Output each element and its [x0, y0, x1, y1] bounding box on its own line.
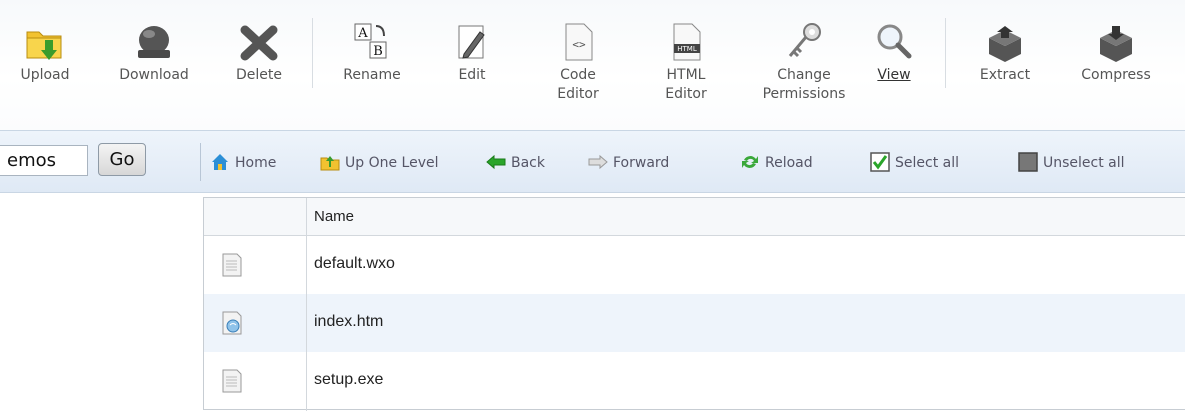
- reload-label: Reload: [765, 155, 813, 171]
- change-permissions-button[interactable]: Change Permissions: [744, 0, 864, 125]
- file-name: default.wxo: [314, 255, 395, 272]
- file-manager-toolbar: Upload Download Delete A B Rename Edit <…: [0, 0, 1185, 130]
- forward-arrow-icon: [588, 154, 608, 170]
- text-file-icon: [222, 253, 242, 277]
- nav-divider: [200, 143, 201, 181]
- up-one-level-link[interactable]: Up One Level: [320, 152, 439, 174]
- up-one-level-label: Up One Level: [345, 155, 439, 171]
- code-editor-label: Code Editor: [557, 67, 599, 102]
- select-all-label: Select all: [895, 155, 959, 171]
- forward-label: Forward: [613, 155, 670, 171]
- column-divider: [306, 198, 307, 411]
- file-name: index.htm: [314, 313, 384, 330]
- back-label: Back: [511, 155, 545, 171]
- go-button[interactable]: Go: [98, 143, 146, 176]
- unselect-all-link[interactable]: Unselect all: [1018, 152, 1125, 174]
- change-permissions-label: Change Permissions: [762, 67, 846, 102]
- table-row[interactable]: index.htm: [204, 294, 1185, 352]
- rename-icon: A B: [354, 23, 387, 59]
- html-editor-label: HTML Editor: [665, 67, 707, 102]
- home-icon: [212, 154, 228, 170]
- key-icon: [788, 23, 821, 58]
- extract-label: Extract: [979, 67, 1031, 83]
- code-editor-button[interactable]: <> Code Editor: [540, 0, 616, 125]
- svg-text:B: B: [373, 44, 383, 59]
- extract-box-icon: [989, 26, 1021, 62]
- view-button[interactable]: View: [868, 0, 920, 125]
- compress-button[interactable]: Compress: [1060, 0, 1172, 125]
- magnifier-icon: [877, 24, 912, 59]
- html-editor-button[interactable]: HTML HTML Editor: [648, 0, 724, 125]
- navigation-bar: emos Go Home Up One Level Back Forward R…: [0, 130, 1185, 193]
- table-header: Name: [204, 198, 1185, 236]
- svg-text:HTML: HTML: [677, 45, 697, 53]
- edit-icon: [458, 25, 485, 59]
- table-row[interactable]: default.wxo: [204, 236, 1185, 294]
- view-label: View: [877, 67, 911, 83]
- table-row[interactable]: setup.exe: [204, 352, 1185, 410]
- delete-button[interactable]: Delete: [224, 0, 294, 125]
- forward-link[interactable]: Forward: [588, 152, 669, 174]
- download-button[interactable]: Download: [104, 0, 204, 125]
- rename-label: Rename: [343, 67, 401, 83]
- text-file-icon: [222, 369, 242, 393]
- compress-box-icon: [1100, 26, 1132, 62]
- toolbar-divider: [945, 18, 946, 88]
- compress-label: Compress: [1081, 67, 1151, 83]
- file-name: setup.exe: [314, 371, 384, 388]
- svg-text:A: A: [357, 26, 368, 41]
- select-all-link[interactable]: Select all: [870, 152, 959, 174]
- checked-box-icon: [870, 152, 890, 172]
- unchecked-box-icon: [1018, 152, 1038, 172]
- edit-label: Edit: [458, 67, 486, 83]
- rename-button[interactable]: A B Rename: [330, 0, 414, 125]
- upload-icon: [26, 31, 62, 60]
- code-editor-icon: <>: [565, 23, 593, 61]
- reload-link[interactable]: Reload: [740, 152, 813, 174]
- delete-label: Delete: [236, 67, 282, 83]
- html-file-icon: [222, 311, 242, 335]
- folder-up-icon: [320, 156, 340, 171]
- file-table: Name default.wxo index.htm setup.exe: [203, 197, 1185, 411]
- html-editor-icon: HTML: [673, 23, 701, 61]
- edit-button[interactable]: Edit: [446, 0, 498, 125]
- toolbar-divider: [312, 18, 313, 88]
- download-label: Download: [119, 67, 189, 83]
- home-link[interactable]: Home: [210, 152, 276, 174]
- extract-button[interactable]: Extract: [968, 0, 1042, 125]
- home-label: Home: [235, 155, 277, 171]
- reload-icon: [742, 156, 758, 168]
- upload-label: Upload: [20, 67, 70, 83]
- delete-icon: [240, 25, 278, 61]
- back-arrow-icon: [486, 154, 506, 170]
- unselect-all-label: Unselect all: [1043, 155, 1125, 171]
- name-column-header[interactable]: Name: [314, 208, 354, 225]
- back-link[interactable]: Back: [486, 152, 545, 174]
- svg-text:<>: <>: [572, 38, 586, 51]
- download-icon: [138, 26, 170, 58]
- upload-button[interactable]: Upload: [8, 0, 82, 125]
- directory-input[interactable]: emos: [0, 145, 88, 176]
